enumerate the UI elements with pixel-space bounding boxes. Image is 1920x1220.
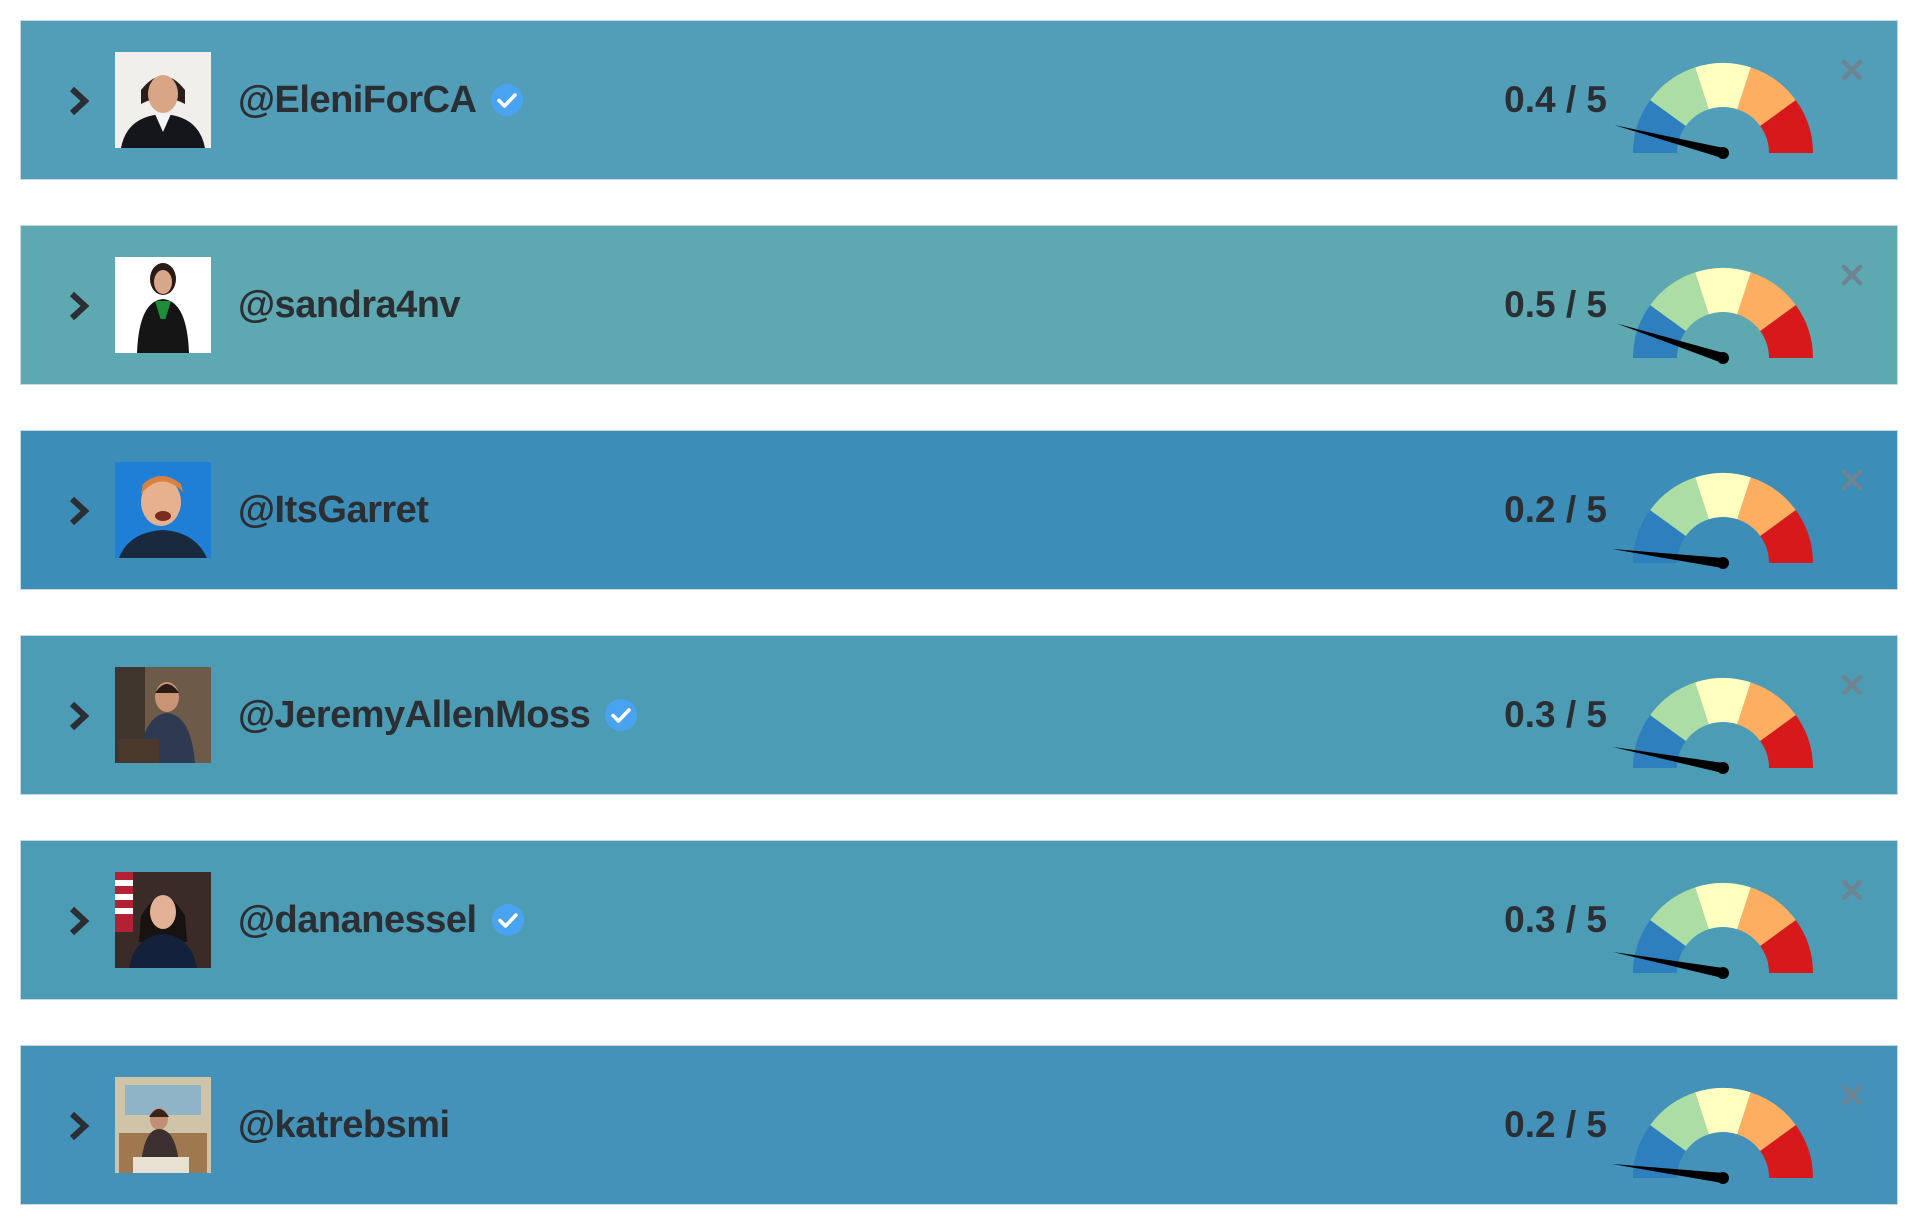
close-icon[interactable] <box>1837 875 1867 905</box>
avatar <box>115 257 211 353</box>
score-text: 0.3 / 5 <box>1504 899 1607 940</box>
score-gauge <box>1616 268 1813 364</box>
avatar <box>115 52 211 148</box>
avatar <box>115 872 211 968</box>
account-handle: @katrebsmi <box>238 1103 450 1146</box>
account-row: @ItsGarret 0.2 / 5 <box>20 430 1898 590</box>
score-text: 0.5 / 5 <box>1504 284 1607 325</box>
account-handle: @JeremyAllenMoss <box>238 693 591 736</box>
account-handle: @ItsGarret <box>238 488 429 531</box>
account-handle: @EleniForCA <box>238 78 477 121</box>
avatar <box>115 1077 211 1173</box>
close-icon[interactable] <box>1837 670 1867 700</box>
account-handle: @sandra4nv <box>238 283 461 326</box>
score-gauge <box>1613 473 1813 569</box>
score-gauge <box>1613 883 1813 979</box>
close-icon[interactable] <box>1837 55 1867 85</box>
verified-badge-icon <box>491 84 524 116</box>
gauge-hub <box>1717 352 1729 364</box>
chevron-right-icon[interactable] <box>59 491 99 531</box>
avatar <box>115 667 211 763</box>
gauge-hub <box>1717 147 1729 159</box>
account-row: @sandra4nv 0.5 / 5 <box>20 225 1898 385</box>
account-row: @dananessel 0.3 / 5 <box>20 840 1898 1000</box>
chevron-right-icon[interactable] <box>59 901 99 941</box>
avatar <box>115 462 211 558</box>
gauge-hub <box>1717 967 1729 979</box>
gauge-hub <box>1717 557 1729 569</box>
account-row: @EleniForCA 0.4 / 5 <box>20 20 1898 180</box>
handle-group: @ItsGarret <box>238 485 429 535</box>
close-icon[interactable] <box>1837 465 1867 495</box>
score-gauge <box>1613 1088 1813 1184</box>
score-text: 0.2 / 5 <box>1504 1104 1607 1145</box>
verified-badge-icon <box>491 904 524 936</box>
account-row: @katrebsmi 0.2 / 5 <box>20 1045 1898 1205</box>
chevron-right-icon[interactable] <box>59 286 99 326</box>
score-gauge <box>1613 678 1813 774</box>
account-row: @JeremyAllenMoss 0.3 / 5 <box>20 635 1898 795</box>
handle-group: @JeremyAllenMoss <box>238 690 638 740</box>
close-icon[interactable] <box>1837 260 1867 290</box>
account-handle: @dananessel <box>238 898 477 941</box>
handle-group: @katrebsmi <box>238 1100 450 1150</box>
score-text: 0.4 / 5 <box>1504 79 1607 120</box>
close-icon[interactable] <box>1837 1080 1867 1110</box>
chevron-right-icon[interactable] <box>59 696 99 736</box>
chevron-right-icon[interactable] <box>59 1106 99 1146</box>
score-text: 0.2 / 5 <box>1504 489 1607 530</box>
verified-badge-icon <box>605 699 638 731</box>
chevron-right-icon[interactable] <box>59 81 99 121</box>
handle-group: @dananessel <box>238 895 525 945</box>
handle-group: @sandra4nv <box>238 280 461 330</box>
handle-group: @EleniForCA <box>238 75 524 125</box>
gauge-hub <box>1717 762 1729 774</box>
score-text: 0.3 / 5 <box>1504 694 1607 735</box>
gauge-hub <box>1717 1172 1729 1184</box>
score-gauge <box>1614 62 1813 159</box>
